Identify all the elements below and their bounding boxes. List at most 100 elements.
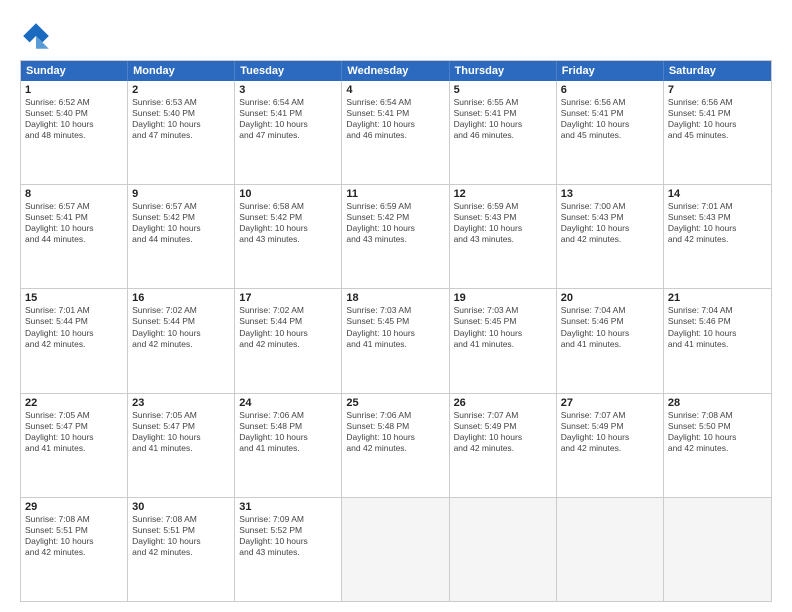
day-info: Sunrise: 6:52 AM Sunset: 5:40 PM Dayligh… (25, 97, 123, 141)
day-number: 6 (561, 84, 659, 96)
header-sunday: Sunday (21, 61, 128, 81)
day-number: 15 (25, 292, 123, 304)
cal-cell-1-2: 2Sunrise: 6:53 AM Sunset: 5:40 PM Daylig… (128, 81, 235, 184)
cal-cell-3-5: 19Sunrise: 7:03 AM Sunset: 5:45 PM Dayli… (450, 289, 557, 392)
cal-cell-3-6: 20Sunrise: 7:04 AM Sunset: 5:46 PM Dayli… (557, 289, 664, 392)
cal-cell-5-4 (342, 498, 449, 601)
day-number: 13 (561, 188, 659, 200)
day-info: Sunrise: 6:53 AM Sunset: 5:40 PM Dayligh… (132, 97, 230, 141)
day-info: Sunrise: 7:04 AM Sunset: 5:46 PM Dayligh… (561, 305, 659, 349)
cal-cell-1-5: 5Sunrise: 6:55 AM Sunset: 5:41 PM Daylig… (450, 81, 557, 184)
header-monday: Monday (128, 61, 235, 81)
cal-cell-1-7: 7Sunrise: 6:56 AM Sunset: 5:41 PM Daylig… (664, 81, 771, 184)
day-info: Sunrise: 6:58 AM Sunset: 5:42 PM Dayligh… (239, 201, 337, 245)
day-number: 8 (25, 188, 123, 200)
cal-cell-3-7: 21Sunrise: 7:04 AM Sunset: 5:46 PM Dayli… (664, 289, 771, 392)
cal-cell-1-6: 6Sunrise: 6:56 AM Sunset: 5:41 PM Daylig… (557, 81, 664, 184)
day-info: Sunrise: 7:07 AM Sunset: 5:49 PM Dayligh… (561, 410, 659, 454)
cal-cell-1-4: 4Sunrise: 6:54 AM Sunset: 5:41 PM Daylig… (342, 81, 449, 184)
cal-cell-5-1: 29Sunrise: 7:08 AM Sunset: 5:51 PM Dayli… (21, 498, 128, 601)
cal-row-5: 29Sunrise: 7:08 AM Sunset: 5:51 PM Dayli… (21, 497, 771, 601)
calendar-page: Sunday Monday Tuesday Wednesday Thursday… (0, 0, 792, 612)
cal-cell-5-7 (664, 498, 771, 601)
day-number: 7 (668, 84, 767, 96)
day-number: 1 (25, 84, 123, 96)
day-number: 16 (132, 292, 230, 304)
day-number: 5 (454, 84, 552, 96)
header (20, 16, 772, 52)
day-info: Sunrise: 7:03 AM Sunset: 5:45 PM Dayligh… (346, 305, 444, 349)
day-info: Sunrise: 7:08 AM Sunset: 5:50 PM Dayligh… (668, 410, 767, 454)
day-info: Sunrise: 6:57 AM Sunset: 5:41 PM Dayligh… (25, 201, 123, 245)
cal-cell-4-4: 25Sunrise: 7:06 AM Sunset: 5:48 PM Dayli… (342, 394, 449, 497)
day-info: Sunrise: 7:08 AM Sunset: 5:51 PM Dayligh… (132, 514, 230, 558)
cal-row-1: 1Sunrise: 6:52 AM Sunset: 5:40 PM Daylig… (21, 81, 771, 184)
cal-cell-3-3: 17Sunrise: 7:02 AM Sunset: 5:44 PM Dayli… (235, 289, 342, 392)
day-info: Sunrise: 6:54 AM Sunset: 5:41 PM Dayligh… (346, 97, 444, 141)
day-info: Sunrise: 7:05 AM Sunset: 5:47 PM Dayligh… (132, 410, 230, 454)
calendar: Sunday Monday Tuesday Wednesday Thursday… (20, 60, 772, 602)
cal-cell-5-6 (557, 498, 664, 601)
logo (20, 20, 56, 52)
day-info: Sunrise: 7:02 AM Sunset: 5:44 PM Dayligh… (239, 305, 337, 349)
header-tuesday: Tuesday (235, 61, 342, 81)
cal-cell-2-3: 10Sunrise: 6:58 AM Sunset: 5:42 PM Dayli… (235, 185, 342, 288)
day-number: 4 (346, 84, 444, 96)
day-info: Sunrise: 7:06 AM Sunset: 5:48 PM Dayligh… (346, 410, 444, 454)
day-info: Sunrise: 7:06 AM Sunset: 5:48 PM Dayligh… (239, 410, 337, 454)
calendar-body: 1Sunrise: 6:52 AM Sunset: 5:40 PM Daylig… (21, 81, 771, 601)
day-info: Sunrise: 7:02 AM Sunset: 5:44 PM Dayligh… (132, 305, 230, 349)
cal-cell-5-5 (450, 498, 557, 601)
day-number: 25 (346, 397, 444, 409)
day-number: 23 (132, 397, 230, 409)
day-info: Sunrise: 7:01 AM Sunset: 5:44 PM Dayligh… (25, 305, 123, 349)
day-info: Sunrise: 7:07 AM Sunset: 5:49 PM Dayligh… (454, 410, 552, 454)
day-number: 10 (239, 188, 337, 200)
day-number: 19 (454, 292, 552, 304)
day-number: 14 (668, 188, 767, 200)
cal-cell-2-5: 12Sunrise: 6:59 AM Sunset: 5:43 PM Dayli… (450, 185, 557, 288)
day-number: 28 (668, 397, 767, 409)
day-info: Sunrise: 7:04 AM Sunset: 5:46 PM Dayligh… (668, 305, 767, 349)
logo-icon (20, 20, 52, 52)
cal-cell-1-3: 3Sunrise: 6:54 AM Sunset: 5:41 PM Daylig… (235, 81, 342, 184)
day-info: Sunrise: 7:01 AM Sunset: 5:43 PM Dayligh… (668, 201, 767, 245)
day-number: 11 (346, 188, 444, 200)
cal-cell-4-7: 28Sunrise: 7:08 AM Sunset: 5:50 PM Dayli… (664, 394, 771, 497)
cal-cell-5-3: 31Sunrise: 7:09 AM Sunset: 5:52 PM Dayli… (235, 498, 342, 601)
cal-cell-4-5: 26Sunrise: 7:07 AM Sunset: 5:49 PM Dayli… (450, 394, 557, 497)
cal-cell-3-2: 16Sunrise: 7:02 AM Sunset: 5:44 PM Dayli… (128, 289, 235, 392)
day-number: 31 (239, 501, 337, 513)
day-info: Sunrise: 6:56 AM Sunset: 5:41 PM Dayligh… (561, 97, 659, 141)
cal-row-4: 22Sunrise: 7:05 AM Sunset: 5:47 PM Dayli… (21, 393, 771, 497)
cal-cell-4-1: 22Sunrise: 7:05 AM Sunset: 5:47 PM Dayli… (21, 394, 128, 497)
day-info: Sunrise: 7:03 AM Sunset: 5:45 PM Dayligh… (454, 305, 552, 349)
day-number: 24 (239, 397, 337, 409)
cal-cell-4-2: 23Sunrise: 7:05 AM Sunset: 5:47 PM Dayli… (128, 394, 235, 497)
day-number: 26 (454, 397, 552, 409)
day-number: 9 (132, 188, 230, 200)
day-number: 3 (239, 84, 337, 96)
cal-cell-4-6: 27Sunrise: 7:07 AM Sunset: 5:49 PM Dayli… (557, 394, 664, 497)
cal-cell-2-7: 14Sunrise: 7:01 AM Sunset: 5:43 PM Dayli… (664, 185, 771, 288)
cal-cell-5-2: 30Sunrise: 7:08 AM Sunset: 5:51 PM Dayli… (128, 498, 235, 601)
cal-cell-3-1: 15Sunrise: 7:01 AM Sunset: 5:44 PM Dayli… (21, 289, 128, 392)
day-number: 21 (668, 292, 767, 304)
day-info: Sunrise: 6:55 AM Sunset: 5:41 PM Dayligh… (454, 97, 552, 141)
header-wednesday: Wednesday (342, 61, 449, 81)
day-number: 27 (561, 397, 659, 409)
cal-row-3: 15Sunrise: 7:01 AM Sunset: 5:44 PM Dayli… (21, 288, 771, 392)
day-number: 18 (346, 292, 444, 304)
cal-cell-4-3: 24Sunrise: 7:06 AM Sunset: 5:48 PM Dayli… (235, 394, 342, 497)
cal-cell-2-2: 9Sunrise: 6:57 AM Sunset: 5:42 PM Daylig… (128, 185, 235, 288)
day-number: 2 (132, 84, 230, 96)
cal-cell-2-6: 13Sunrise: 7:00 AM Sunset: 5:43 PM Dayli… (557, 185, 664, 288)
cal-cell-2-1: 8Sunrise: 6:57 AM Sunset: 5:41 PM Daylig… (21, 185, 128, 288)
header-friday: Friday (557, 61, 664, 81)
day-number: 30 (132, 501, 230, 513)
cal-cell-1-1: 1Sunrise: 6:52 AM Sunset: 5:40 PM Daylig… (21, 81, 128, 184)
day-info: Sunrise: 7:08 AM Sunset: 5:51 PM Dayligh… (25, 514, 123, 558)
day-info: Sunrise: 7:00 AM Sunset: 5:43 PM Dayligh… (561, 201, 659, 245)
day-info: Sunrise: 6:54 AM Sunset: 5:41 PM Dayligh… (239, 97, 337, 141)
header-saturday: Saturday (664, 61, 771, 81)
